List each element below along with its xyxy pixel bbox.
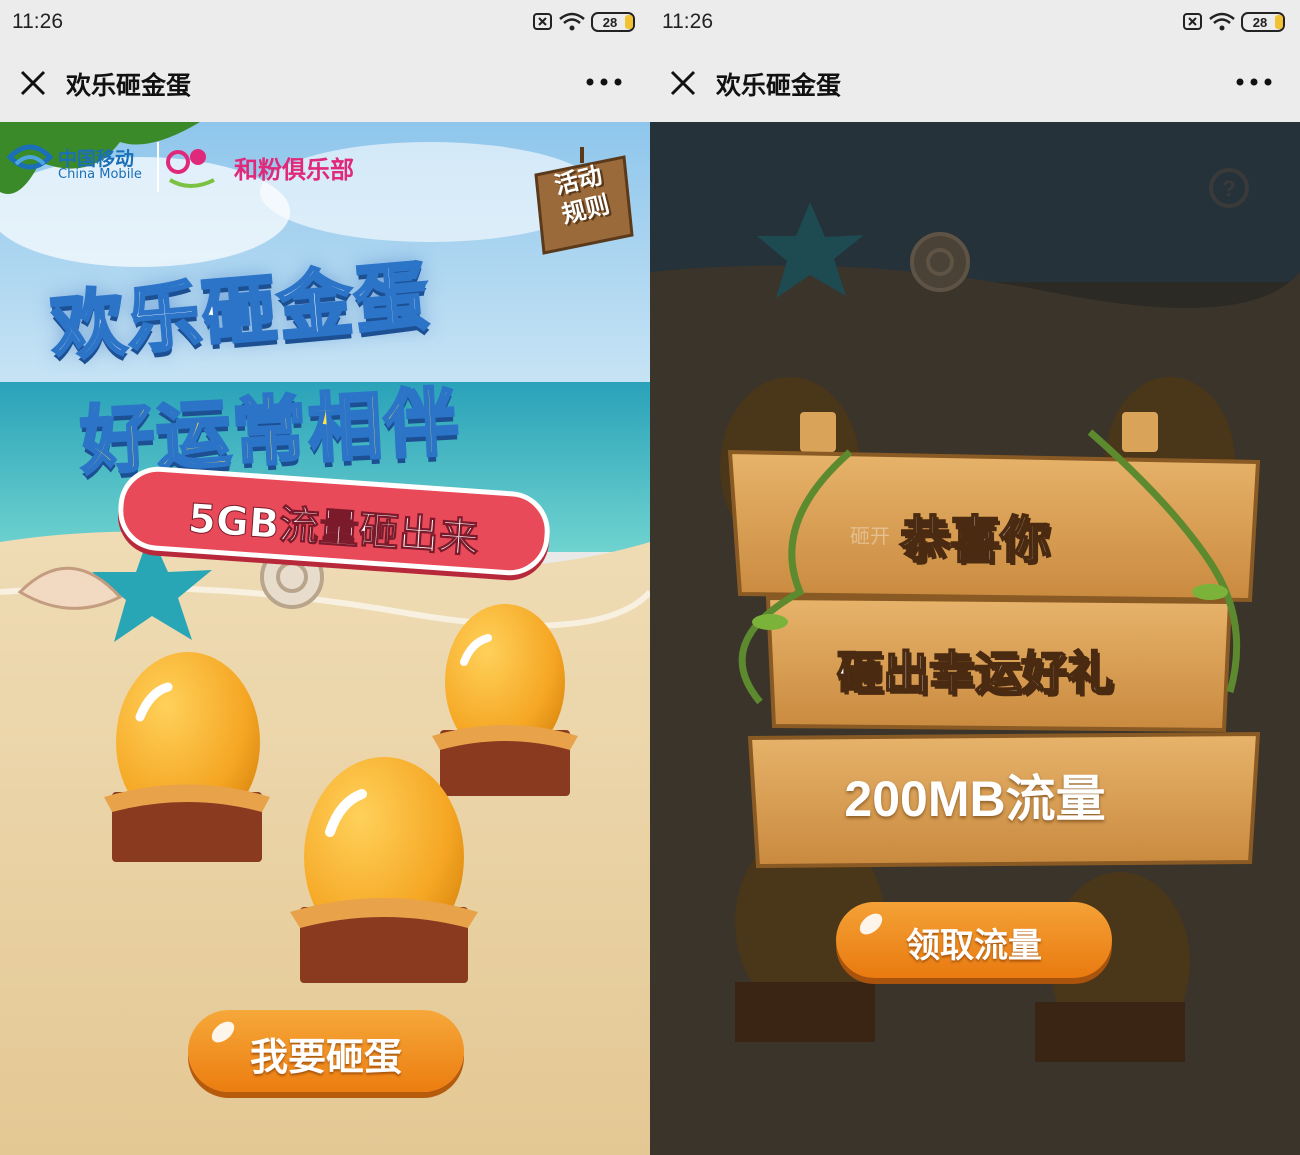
game-banner: 中国移动 China Mobile 和粉俱乐部 活动 规则 欢乐砸金蛋 好运常相…	[0, 122, 650, 1155]
prize-overlay: ? 砸开 恭喜你 砸出幸运好礼 200MB流量 领取流量	[650, 122, 1300, 1155]
claim-data-label: 领取流量	[906, 926, 1042, 966]
claim-data-button[interactable]: 领取流量	[836, 902, 1112, 978]
smash-egg-button[interactable]: 我要砸蛋	[188, 1010, 464, 1092]
status-bar: 11:26 28	[0, 0, 650, 44]
club-brand: 和粉俱乐部	[234, 156, 354, 184]
nav-bar: 欢乐砸金蛋	[0, 44, 650, 122]
close-icon[interactable]	[666, 66, 700, 100]
sim-icon	[1183, 13, 1202, 30]
status-bar: 11:26 28	[650, 0, 1300, 44]
china-mobile-brand-en: China Mobile	[58, 167, 142, 182]
nav-bar: 欢乐砸金蛋	[650, 44, 1300, 122]
shell-decoration	[910, 232, 970, 292]
headline-line2: 好运常相伴	[77, 378, 464, 487]
status-time: 11:26	[662, 10, 713, 33]
battery-icon: 28	[1241, 12, 1285, 32]
left-screen: 11:26 28 欢乐砸金蛋 中国移动 China Mobile 和粉俱乐部 活…	[0, 0, 650, 1155]
more-icon[interactable]	[584, 70, 624, 94]
lucky-gift-text: 砸出幸运好礼	[836, 645, 1114, 701]
more-icon[interactable]	[1234, 70, 1274, 94]
page-title: 欢乐砸金蛋	[716, 71, 842, 100]
wifi-icon	[559, 12, 585, 31]
help-icon[interactable]: ?	[1207, 166, 1251, 210]
rules-sign-button[interactable]: 活动 规则	[530, 147, 634, 257]
battery-level: 28	[1253, 15, 1267, 30]
battery-level: 28	[603, 15, 617, 30]
status-icons: 28	[533, 12, 635, 32]
prize-amount: 200MB流量	[844, 771, 1106, 827]
status-icons: 28	[1183, 12, 1285, 32]
battery-icon: 28	[591, 12, 635, 32]
smash-egg-label: 我要砸蛋	[249, 1035, 402, 1079]
status-time: 11:26	[12, 10, 63, 33]
page-title: 欢乐砸金蛋	[66, 71, 192, 100]
congrats-text: 恭喜你	[899, 510, 1051, 570]
close-icon[interactable]	[16, 66, 50, 100]
svg-text:?: ?	[1222, 176, 1235, 201]
sim-icon	[533, 13, 552, 30]
right-screen: 11:26 28 欢乐砸金蛋 ? 砸开 恭喜你 砸出幸运好礼 200MB流量 领…	[650, 0, 1300, 1155]
wifi-icon	[1209, 12, 1235, 31]
